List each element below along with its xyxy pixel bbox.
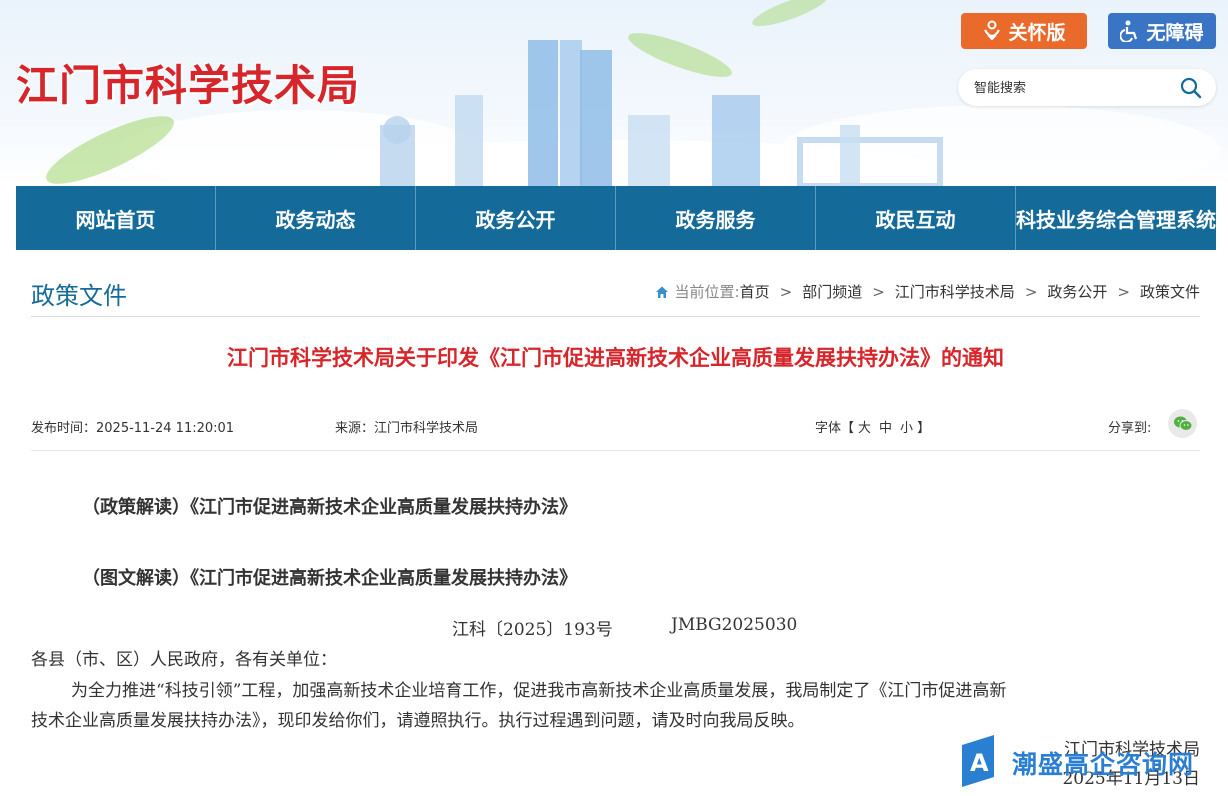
svg-text:A: A	[970, 749, 989, 777]
document-code: JMBG2025030	[671, 615, 798, 635]
section-title: 政策文件	[31, 282, 127, 310]
graphic-interpretation-link[interactable]: （图文解读）《江门市促进高新技术企业高质量发展扶持办法》	[82, 564, 577, 590]
font-size-close: 】	[917, 421, 931, 436]
watermark-text: 潮盛高企咨询网	[1012, 750, 1195, 779]
font-size-control: 字体【大中小】	[815, 417, 930, 436]
breadcrumb: 当前位置: 首页 > 部门频道 > 江门市科学技术局 > 政务公开 > 政策文件	[655, 281, 1200, 302]
nav-item-disclosure[interactable]: 政务公开	[416, 186, 616, 250]
breadcrumb-separator: >	[779, 282, 793, 301]
breadcrumb-home[interactable]: 首页	[740, 281, 770, 302]
accessibility-label: 无障碍	[1146, 21, 1204, 44]
watermark-logo-icon: A	[962, 735, 994, 787]
breadcrumb-separator: >	[872, 282, 885, 301]
care-mode-button[interactable]: 关怀版	[961, 13, 1087, 49]
share-label: 分享到:	[1108, 421, 1152, 436]
nav-item-news[interactable]: 政务动态	[216, 186, 416, 250]
policy-interpretation-link[interactable]: （政策解读）《江门市促进高新技术企业高质量发展扶持办法》	[82, 493, 577, 519]
home-icon	[655, 286, 668, 298]
salutation: 各县（市、区）人民政府，各有关单位：	[31, 650, 337, 670]
wechat-share-icon[interactable]	[1168, 409, 1197, 438]
font-size-large[interactable]: 大	[858, 421, 871, 436]
nav-item-home[interactable]: 网站首页	[16, 186, 216, 250]
accessibility-button[interactable]: 无障碍	[1108, 13, 1216, 49]
care-mode-label: 关怀版	[1008, 21, 1066, 44]
meta-divider	[31, 450, 1200, 451]
breadcrumb-label: 当前位置:	[674, 283, 740, 301]
publish-time: 发布时间：2025-11-24 11:20:01	[31, 421, 235, 436]
search-icon[interactable]	[1180, 77, 1202, 99]
document-number: 江科〔2025〕193号	[452, 620, 613, 640]
body-paragraph-line: 为全力推进“科技引领”工程，加强高新技术企业培育工作，促进我市高新技术企业高质量…	[71, 681, 1007, 701]
nav-item-services[interactable]: 政务服务	[616, 186, 816, 250]
font-size-label: 字体【	[815, 421, 855, 436]
breadcrumb-department[interactable]: 部门频道	[802, 281, 862, 302]
body-paragraph-line: 技术企业高质量发展扶持办法》，现印发给你们，请遵照执行。执行过程遇到问题，请及时…	[31, 711, 805, 731]
search-input[interactable]	[974, 77, 1174, 99]
search-box	[958, 69, 1216, 106]
font-size-medium[interactable]: 中	[879, 421, 892, 436]
breadcrumb-policy-files[interactable]: 政策文件	[1140, 281, 1200, 302]
article-source: 来源：江门市科学技术局	[335, 421, 479, 436]
font-size-small[interactable]: 小	[900, 421, 913, 436]
site-title[interactable]: 江门市科学技术局	[16, 52, 360, 113]
care-icon	[982, 20, 1002, 42]
section-divider	[31, 316, 1200, 317]
breadcrumb-separator: >	[1117, 282, 1130, 301]
nav-item-interaction[interactable]: 政民互动	[816, 186, 1016, 250]
breadcrumb-bureau[interactable]: 江门市科学技术局	[895, 281, 1015, 302]
breadcrumb-disclosure[interactable]: 政务公开	[1047, 281, 1107, 302]
site-header: 江门市科学技术局 关怀版 无障碍	[0, 0, 1228, 186]
nav-item-management-system[interactable]: 科技业务综合管理系统	[1016, 186, 1216, 250]
breadcrumb-separator: >	[1024, 282, 1038, 301]
article-title: 江门市科学技术局关于印发《江门市促进高新技术企业高质量发展扶持办法》的通知	[227, 346, 1004, 370]
main-nav: 网站首页 政务动态 政务公开 政务服务 政民互动 科技业务综合管理系统	[16, 186, 1216, 250]
wheelchair-icon	[1120, 20, 1140, 42]
